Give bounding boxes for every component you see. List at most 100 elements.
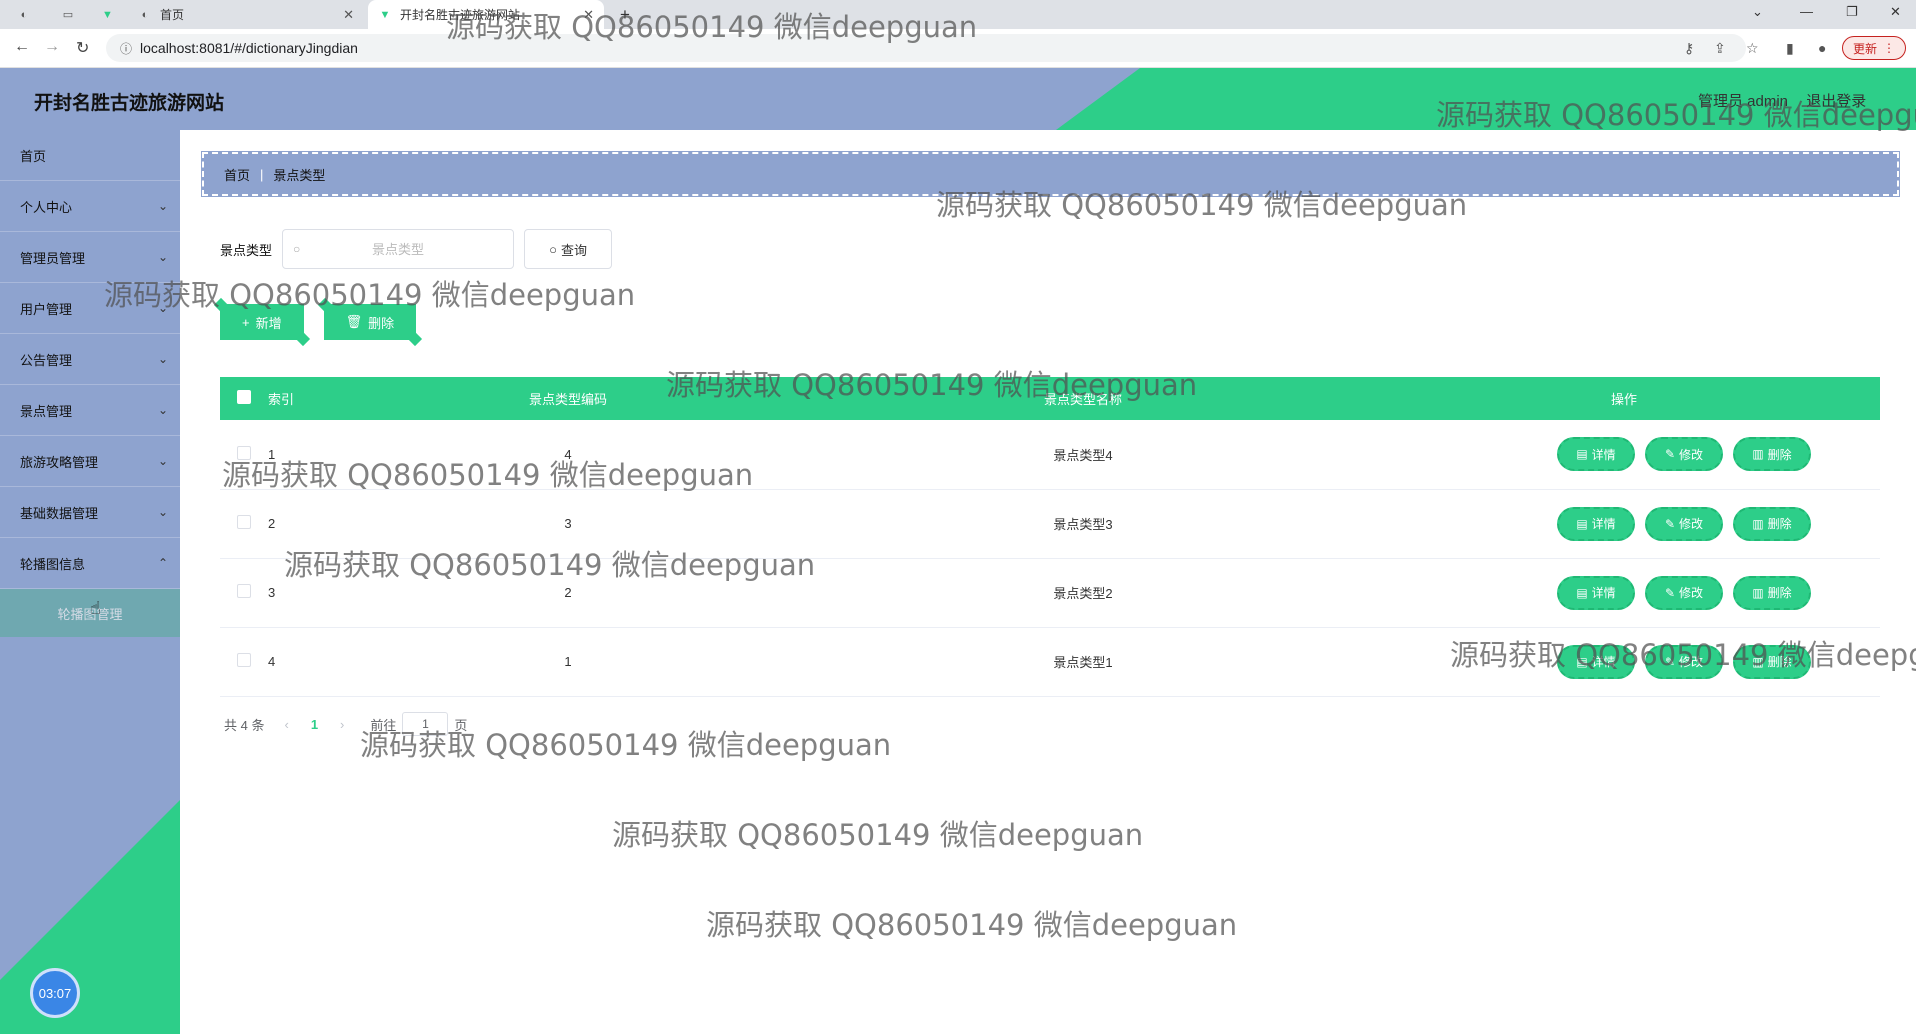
forward-icon[interactable]: → [44, 38, 60, 56]
delete-button[interactable]: ▥ 删除 [1733, 506, 1811, 541]
back-icon[interactable]: ← [14, 38, 30, 56]
detail-label: 详情 [1591, 517, 1616, 531]
detail-button[interactable]: ▤ 详情 [1557, 575, 1635, 610]
restore-icon[interactable]: ❐ [1846, 4, 1858, 20]
trash-icon: ▥ [1752, 654, 1764, 669]
sidebar-item-basic-data[interactable]: 基础数据管理 ⌄ [0, 487, 180, 538]
query-button-label: 查询 [560, 242, 587, 258]
sidebar-item-guides[interactable]: 旅游攻略管理 ⌄ [0, 436, 180, 487]
search-icon: ○ [549, 241, 557, 257]
edit-button[interactable]: ✎ 修改 [1645, 506, 1723, 541]
update-label: 更新 [1852, 41, 1877, 56]
row-checkbox[interactable] [237, 445, 251, 460]
browser-tab-pinned-2[interactable]: ▭ [52, 0, 92, 29]
close-window-icon[interactable]: ✕ [1890, 4, 1901, 20]
logout-link[interactable]: 退出登录 [1806, 93, 1866, 110]
close-icon[interactable]: ✕ [583, 7, 594, 23]
url-field[interactable]: ⓘ localhost:8081/#/dictionaryJingdian [106, 34, 1746, 62]
pagination-total: 共 4 条 [224, 717, 265, 733]
update-button[interactable]: 更新 ⋮ [1841, 36, 1906, 60]
column-header-code: 景点类型编码 [338, 377, 798, 420]
plus-icon: + [242, 314, 250, 330]
column-header-actions: 操作 [1368, 377, 1880, 420]
cell-index: 1 [268, 420, 338, 490]
pagination-goto-input[interactable]: 1 [402, 712, 449, 736]
search-label: 景点类型 [220, 242, 273, 258]
sidebar-item-carousel[interactable]: 轮播图信息 ⌃ [0, 538, 180, 589]
delete-label: 删除 [1767, 517, 1792, 531]
add-button[interactable]: + 新增 [220, 304, 304, 340]
delete-button[interactable]: ▥ 删除 [1733, 575, 1811, 610]
add-button-label: 新增 [255, 315, 282, 331]
sidepanel-icon[interactable]: ▮ [1786, 40, 1794, 57]
pagination: 共 4 条 ‹ 1 › 前往 1 页 [224, 712, 467, 736]
select-all-checkbox[interactable] [237, 390, 251, 404]
cell-actions: ▤ 详情 ✎ 修改 ▥ 删除 [1368, 558, 1880, 628]
cell-index: 4 [268, 627, 338, 697]
action-bar: + 新增 🗑︎ 删除 [220, 304, 436, 340]
browser-tab-pinned[interactable]: ◐ [8, 0, 48, 29]
document-icon: ▤ [1576, 654, 1588, 669]
sidebar-item-home[interactable]: 首页 [0, 130, 180, 181]
watermark-text: 源码获取 QQ86050149 微信deepguan [706, 908, 1238, 942]
trash-icon: ▥ [1752, 516, 1764, 531]
edit-button[interactable]: ✎ 修改 [1645, 575, 1723, 610]
cell-name: 景点类型3 [798, 489, 1368, 559]
sidebar-item-admins[interactable]: 管理员管理 ⌄ [0, 232, 180, 283]
sidebar-item-scenic[interactable]: 景点管理 ⌄ [0, 385, 180, 436]
detail-button[interactable]: ▤ 详情 [1557, 506, 1635, 541]
close-icon[interactable]: ✕ [343, 7, 354, 23]
breadcrumb-home[interactable]: 首页 [224, 165, 250, 184]
pencil-icon: ✎ [1664, 516, 1676, 531]
sidebar-item-label: 个人中心 [20, 199, 73, 215]
browser-tab-home[interactable]: ◐ 首页 ✕ [128, 0, 364, 29]
sidebar-item-label: 旅游攻略管理 [20, 454, 99, 470]
sidebar: 首页 个人中心 ⌄ 管理员管理 ⌄ 用户管理 ⌄ 公告管理 ⌄ 景点管理 ⌄ 旅游攻略管理… [0, 130, 180, 1034]
batch-delete-button[interactable]: 🗑︎ 删除 [323, 304, 417, 340]
delete-button-label: 删除 [368, 315, 395, 331]
sidebar-item-users[interactable]: 用户管理 ⌄ [0, 283, 180, 334]
data-table: 索引 景点类型编码 景点类型名称 操作 1 4 景点类型4 ▤ 详情 ✎ 修改 ▥ 删… [220, 377, 1880, 697]
document-icon: ▤ [1576, 447, 1588, 462]
delete-label: 删除 [1767, 655, 1792, 669]
edit-button[interactable]: ✎ 修改 [1645, 437, 1723, 472]
key-icon[interactable]: ⚷ [1684, 40, 1694, 57]
profile-icon[interactable]: ● [1818, 40, 1826, 56]
row-select-cell [220, 558, 268, 628]
star-icon[interactable]: ☆ [1746, 40, 1759, 57]
detail-button[interactable]: ▤ 详情 [1557, 644, 1635, 679]
cell-name: 景点类型4 [798, 420, 1368, 490]
pagination-page-current[interactable]: 1 [311, 717, 318, 732]
browser-tab-vue[interactable]: ▼ [92, 0, 126, 29]
row-checkbox[interactable] [237, 653, 251, 667]
detail-button[interactable]: ▤ 详情 [1557, 437, 1635, 472]
chevron-right-icon[interactable]: › [340, 717, 344, 732]
search-input[interactable] [283, 230, 514, 268]
row-select-cell [220, 627, 268, 697]
minimize-icon[interactable]: — [1800, 4, 1813, 19]
delete-button[interactable]: ▥ 删除 [1733, 437, 1811, 472]
sidebar-item-personal[interactable]: 个人中心 ⌄ [0, 181, 180, 232]
header-decoration [1056, 68, 1916, 130]
row-checkbox[interactable] [237, 515, 251, 529]
pencil-icon: ✎ [1664, 447, 1676, 462]
chevron-left-icon[interactable]: ‹ [284, 717, 288, 732]
sidebar-item-notices[interactable]: 公告管理 ⌄ [0, 334, 180, 385]
row-checkbox[interactable] [237, 584, 251, 598]
delete-button[interactable]: ▥ 删除 [1733, 644, 1811, 679]
app-header: 开封名胜古迹旅游网站 管理员 admin 退出登录 [0, 68, 1916, 130]
chevron-down-icon[interactable]: ⌄ [1752, 4, 1763, 20]
chevron-down-icon: ⌄ [157, 403, 168, 417]
new-tab-button[interactable]: + [610, 0, 640, 29]
pagination-goto-suffix: 页 [454, 717, 468, 733]
row-select-cell [220, 489, 268, 559]
browser-tab-active[interactable]: ▼ 开封名胜古迹旅游网站 ✕ [368, 0, 604, 29]
edit-label: 修改 [1679, 655, 1704, 669]
cell-code: 4 [338, 420, 798, 490]
query-button[interactable]: ○ 查询 [524, 229, 613, 269]
reload-icon[interactable]: ↻ [76, 38, 89, 58]
edit-button[interactable]: ✎ 修改 [1645, 644, 1723, 679]
timer-badge[interactable]: 03:07 [30, 968, 80, 1018]
sidebar-item-label: 用户管理 [20, 301, 73, 317]
share-icon[interactable]: ⇪ [1714, 40, 1726, 57]
